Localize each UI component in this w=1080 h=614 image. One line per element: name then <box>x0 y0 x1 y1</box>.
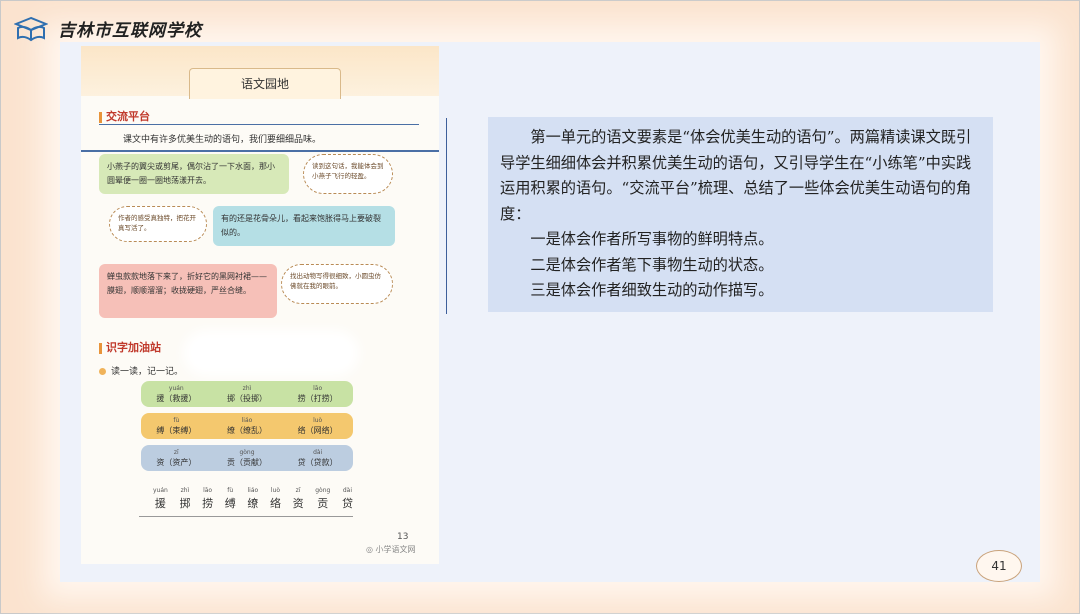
school-name: 吉林市互联网学校 <box>58 20 202 41</box>
read-instruction: 读一读，记一记。 <box>99 364 183 377</box>
character: 捞 <box>202 497 214 510</box>
pinyin: luò <box>313 417 323 424</box>
section-title-exchange-text: 交流平台 <box>106 110 150 123</box>
pinyin: zī <box>295 487 301 494</box>
char-cell: lāo 捞 <box>202 484 213 510</box>
word-row: yuán 援（救援） zhì 掷（投掷） lāo 捞（打捞） <box>141 381 353 407</box>
wechat-icon: ◎ <box>366 545 376 554</box>
slide-number-badge: 41 <box>976 550 1022 582</box>
character: 贷 <box>341 497 353 510</box>
char-cell: yuán 援 <box>153 484 168 510</box>
explanation-paragraph: 第一单元的语文要素是“体会优美生动的语句”。两篇精读课文既引导学生细细体会并积累… <box>500 128 972 223</box>
word-row: zī 资（资产） gòng 贡（贡献） dài 贷（贷款） <box>141 445 353 471</box>
character: 缭 <box>247 497 259 510</box>
pinyin: yuán <box>168 385 184 392</box>
vertical-separator <box>446 118 447 314</box>
pinyin: dài <box>313 449 323 456</box>
section-title-exchange: 交流平台 <box>99 108 150 124</box>
blur-smudge <box>191 338 351 368</box>
section-rule <box>99 124 419 125</box>
watermark: ◎ 小学语文网 <box>366 544 416 555</box>
pinyin: gòng <box>315 487 331 494</box>
pinyin: zī <box>173 449 179 456</box>
explanation-box: 第一单元的语文要素是“体会优美生动的语句”。两篇精读课文既引导学生细细体会并积累… <box>488 117 993 312</box>
word-text: 贷（贷款） <box>297 458 338 467</box>
word-cell: dài 贷（贷款） <box>298 448 338 468</box>
char-cell: fù 缚 <box>225 484 236 510</box>
example-bubble: 小燕子的翼尖或剪尾，偶尔沾了一下水面，那小圆晕便一圈一圈地荡漾开去。 <box>99 154 289 194</box>
word-cell: zhì 掷（投掷） <box>227 384 267 404</box>
char-cell: gòng 贡 <box>315 484 330 510</box>
character: 援 <box>154 497 166 510</box>
pinyin: lāo <box>203 487 213 494</box>
example-bubble: 有的还是花骨朵儿，看起来饱胀得马上要破裂似的。 <box>213 206 395 246</box>
character: 缚 <box>224 497 236 510</box>
section-title-literacy: 识字加油站 <box>99 339 161 355</box>
pinyin: gòng <box>239 449 255 456</box>
bullet-dot-icon <box>99 368 106 375</box>
word-text: 掷（投掷） <box>226 394 267 403</box>
char-cell: zhì 掷 <box>179 484 190 510</box>
pinyin: lāo <box>313 385 323 392</box>
textbook-page-image: 语文园地 交流平台 课文中有许多优美生动的语句，我们要细细品味。 小燕子的翼尖或… <box>81 46 439 564</box>
pinyin: fù <box>227 487 234 494</box>
word-text: 缭（缭乱） <box>226 426 267 435</box>
character: 贡 <box>317 497 329 510</box>
blue-divider <box>81 150 439 152</box>
watermark-text: 小学语文网 <box>375 545 416 554</box>
character: 络 <box>269 497 281 510</box>
word-cell: gòng 贡（贡献） <box>227 448 267 468</box>
explanation-point: 一是体会作者所写事物的鲜明特点。 <box>530 230 774 248</box>
section-title-literacy-text: 识字加油站 <box>106 341 161 354</box>
comment-bubble: 读到这句话，我能体会到小燕子飞行的轻盈。 <box>303 154 393 194</box>
word-text: 援（救援） <box>156 394 197 403</box>
explanation-point: 二是体会作者笔下事物生动的状态。 <box>530 255 774 274</box>
word-cell: fù 缚（束缚） <box>156 416 196 436</box>
pinyin: liáo <box>241 417 253 424</box>
word-row: fù 缚（束缚） liáo 缭（缭乱） luò 络（网络） <box>141 413 353 439</box>
word-cell: liáo 缭（缭乱） <box>227 416 267 436</box>
pinyin: zhì <box>242 385 252 392</box>
character: 掷 <box>179 497 191 510</box>
word-text: 资（资产） <box>156 458 197 467</box>
character: 资 <box>292 497 304 510</box>
pinyin: yuán <box>153 487 168 494</box>
char-cell: liáo 缭 <box>247 484 258 510</box>
char-cell: zī 资 <box>293 484 304 510</box>
example-bubble: 蝉虫款款地落下来了，折好它的黑网衬裙——膜翅，顺顺溜溜；收拢硬翅，严丝合缝。 <box>99 264 277 318</box>
word-cell: zī 资（资产） <box>156 448 196 468</box>
char-cell: dài 贷 <box>342 484 353 510</box>
pinyin: liáo <box>247 487 259 494</box>
pinyin: zhì <box>180 487 190 494</box>
read-instruction-text: 读一读，记一记。 <box>111 367 184 377</box>
word-text: 捞（打捞） <box>297 394 338 403</box>
comment-bubble: 作者的感受真独特，把花开真写活了。 <box>109 206 207 242</box>
textbook-page-number: 13 <box>397 532 409 542</box>
word-cell: yuán 援（救援） <box>156 384 196 404</box>
textbook-page-title: 语文园地 <box>189 68 341 99</box>
word-text: 贡（贡献） <box>226 458 267 467</box>
explanation-point: 三是体会作者细致生动的动作描写。 <box>530 281 774 299</box>
school-logo: 吉林市互联网学校 <box>14 14 202 42</box>
book-logo-icon <box>14 16 48 42</box>
pinyin: fù <box>173 417 180 424</box>
pinyin: luò <box>270 487 281 494</box>
pinyin: dài <box>342 487 353 494</box>
comment-bubble: 找出动物写得很细致，小圆虫仿佛就在我的眼前。 <box>281 264 393 304</box>
word-cell: lāo 捞（打捞） <box>298 384 338 404</box>
word-cell: luò 络（网络） <box>298 416 338 436</box>
character-row: yuán 援 zhì 掷 lāo 捞 fù 缚 liáo 缭 luò 络 zī 资 gòng 贡… <box>153 484 353 510</box>
word-text: 缚（束缚） <box>156 426 197 435</box>
exchange-intro: 课文中有许多优美生动的语句，我们要细细品味。 <box>123 135 322 145</box>
char-cell: luò 络 <box>270 484 281 510</box>
char-row-underline <box>139 516 353 517</box>
word-text: 络（网络） <box>297 426 338 435</box>
